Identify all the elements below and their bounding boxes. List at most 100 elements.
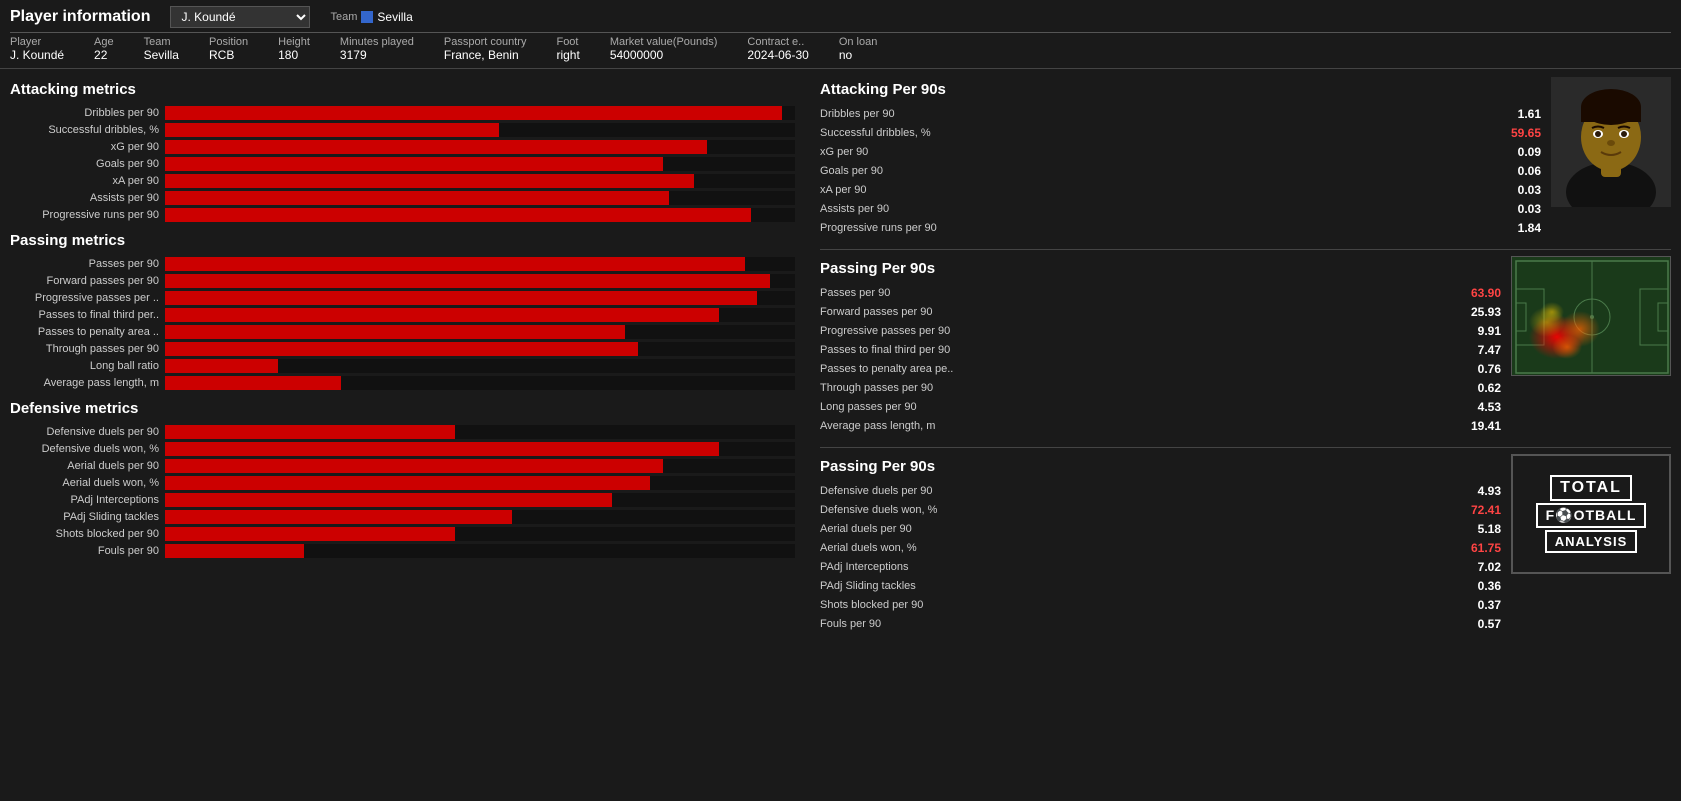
bar-fill: [165, 208, 751, 222]
bar-track: [165, 291, 795, 305]
bar-row: xG per 90: [10, 140, 800, 154]
bar-row: Passes per 90: [10, 257, 800, 271]
per90-metric-value: 0.06: [1491, 164, 1541, 178]
per90-metric-value: 59.65: [1491, 126, 1541, 140]
col-position-value: RCB: [209, 48, 248, 62]
bar-label: Passes to penalty area ..: [10, 326, 165, 338]
passing-metrics-title: Passing metrics: [10, 232, 800, 249]
bar-row: Goals per 90: [10, 157, 800, 171]
attacking-per90-section: Attacking Per 90s Dribbles per 901.61Suc…: [820, 77, 1671, 239]
col-height-value: 180: [278, 48, 310, 62]
bar-row: Passes to penalty area ..: [10, 325, 800, 339]
bar-fill: [165, 157, 663, 171]
bar-track: [165, 157, 795, 171]
per90-metric-value: 61.75: [1451, 541, 1501, 555]
per90-item: Goals per 900.06: [820, 163, 1541, 179]
bar-fill: [165, 527, 455, 541]
bar-fill: [165, 106, 782, 120]
col-minutes-label: Minutes played: [340, 36, 414, 48]
defensive-bars: Defensive duels per 90Defensive duels wo…: [10, 425, 800, 558]
bar-label: Fouls per 90: [10, 545, 165, 557]
separator2: [820, 447, 1671, 448]
bar-row: Aerial duels per 90: [10, 459, 800, 473]
per90-metric-label: Fouls per 90: [820, 618, 1451, 630]
bar-label: Progressive passes per ..: [10, 292, 165, 304]
bar-fill: [165, 459, 663, 473]
bar-label: PAdj Interceptions: [10, 494, 165, 506]
attacking-per90-block: Attacking Per 90s Dribbles per 901.61Suc…: [820, 77, 1541, 239]
bar-track: [165, 459, 795, 473]
per90-metric-value: 0.03: [1491, 202, 1541, 216]
per90-metric-label: Aerial duels per 90: [820, 523, 1451, 535]
defensive-per90-title: Passing Per 90s: [820, 458, 1501, 475]
player-face-svg: [1551, 77, 1671, 207]
bar-label: Defensive duels per 90: [10, 426, 165, 438]
bar-row: Passes to final third per..: [10, 308, 800, 322]
bar-fill: [165, 308, 719, 322]
per90-metric-label: Forward passes per 90: [820, 306, 1451, 318]
player-info-header: Player information J. Koundé Team Sevill…: [0, 0, 1681, 69]
defensive-metrics-title: Defensive metrics: [10, 400, 800, 417]
passing-per90-block: Passing Per 90s Passes per 9063.90Forwar…: [820, 256, 1501, 437]
per90-item: Dribbles per 901.61: [820, 106, 1541, 122]
passing-per90-list: Passes per 9063.90Forward passes per 902…: [820, 285, 1501, 434]
bar-label: Passes to final third per..: [10, 309, 165, 321]
player-select[interactable]: J. Koundé: [170, 6, 310, 28]
bar-row: Defensive duels per 90: [10, 425, 800, 439]
per90-metric-value: 25.93: [1451, 305, 1501, 319]
bar-track: [165, 425, 795, 439]
per90-metric-label: Passes to final third per 90: [820, 344, 1451, 356]
defensive-per90-section: Passing Per 90s Defensive duels per 904.…: [820, 454, 1671, 635]
bar-track: [165, 174, 795, 188]
per90-item: Progressive passes per 909.91: [820, 323, 1501, 339]
bar-track: [165, 442, 795, 456]
bar-row: Long ball ratio: [10, 359, 800, 373]
per90-metric-value: 72.41: [1451, 503, 1501, 517]
bar-row: Forward passes per 90: [10, 274, 800, 288]
bar-row: Dribbles per 90: [10, 106, 800, 120]
attacking-bars: Dribbles per 90 Successful dribbles, % xG …: [10, 106, 800, 222]
per90-metric-value: 0.62: [1451, 381, 1501, 395]
col-team-value: Sevilla: [144, 48, 179, 62]
per90-item: Shots blocked per 900.37: [820, 597, 1501, 613]
bar-fill: [165, 274, 770, 288]
bar-row: PAdj Interceptions: [10, 493, 800, 507]
bar-label: Successful dribbles, %: [10, 124, 165, 136]
per90-metric-label: Aerial duels won, %: [820, 542, 1451, 554]
bar-track: [165, 493, 795, 507]
col-foot-label: Foot: [556, 36, 579, 48]
logo-line3: ANALYSIS: [1545, 530, 1638, 553]
attacking-per90-title: Attacking Per 90s: [820, 81, 1541, 98]
per90-item: xA per 900.03: [820, 182, 1541, 198]
bar-label: Passes per 90: [10, 258, 165, 270]
bar-row: Through passes per 90: [10, 342, 800, 356]
player-photo-placeholder: [1551, 77, 1671, 207]
bar-row: Fouls per 90: [10, 544, 800, 558]
bar-label: PAdj Sliding tackles: [10, 511, 165, 523]
per90-item: Progressive runs per 901.84: [820, 220, 1541, 236]
bar-label: Assists per 90: [10, 192, 165, 204]
col-onloan-value: no: [839, 48, 878, 62]
per90-metric-value: 1.61: [1491, 107, 1541, 121]
bar-track: [165, 325, 795, 339]
per90-metric-label: Average pass length, m: [820, 420, 1451, 432]
attacking-per90-list: Dribbles per 901.61Successful dribbles, …: [820, 106, 1541, 236]
per90-metric-label: Through passes per 90: [820, 382, 1451, 394]
per90-metric-label: Progressive passes per 90: [820, 325, 1451, 337]
per90-item: PAdj Interceptions7.02: [820, 559, 1501, 575]
logo-line2: F⚽OTBALL: [1536, 503, 1647, 528]
bar-row: Assists per 90: [10, 191, 800, 205]
col-player-value: J. Koundé: [10, 48, 64, 62]
per90-item: Aerial duels won, %61.75: [820, 540, 1501, 556]
logo-line1: TOTAL: [1550, 475, 1632, 501]
bar-fill: [165, 123, 499, 137]
per90-metric-value: 0.37: [1451, 598, 1501, 612]
team-color-icon: [361, 11, 373, 23]
defensive-metrics-section: Defensive metrics Defensive duels per 90…: [10, 400, 800, 558]
per90-metric-label: Goals per 90: [820, 165, 1491, 177]
bar-track: [165, 274, 795, 288]
per90-metric-value: 63.90: [1451, 286, 1501, 300]
col-market-label: Market value(Pounds): [610, 36, 718, 48]
bar-track: [165, 191, 795, 205]
team-label: Team: [330, 11, 357, 23]
